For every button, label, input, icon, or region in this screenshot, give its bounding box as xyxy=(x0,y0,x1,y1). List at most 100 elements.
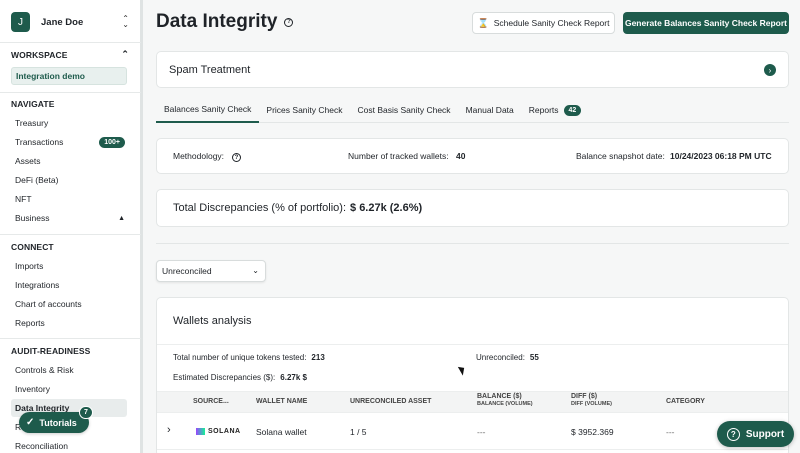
column-wallet-name[interactable]: WALLET NAME xyxy=(256,398,307,405)
unique-tokens-value: 213 xyxy=(311,353,325,362)
sidebar-item-business[interactable]: Business ▲ xyxy=(15,211,125,225)
unique-tokens-label: Total number of unique tokens tested: xyxy=(173,353,307,362)
support-button[interactable]: ? Support xyxy=(717,421,794,447)
tab-manual-data[interactable]: Manual Data xyxy=(466,98,514,123)
hourglass-icon: ⌛ xyxy=(477,17,489,28)
support-label: Support xyxy=(745,428,785,440)
sidebar-item-label: Reconciliation xyxy=(15,441,68,451)
column-category[interactable]: CATEGORY xyxy=(666,398,705,405)
wallet-name-cell: Solana wallet xyxy=(256,427,307,437)
divider xyxy=(0,42,141,43)
spam-treatment-card[interactable]: Spam Treatment › xyxy=(156,51,789,88)
tab-reports-label: Reports xyxy=(528,105,559,115)
main-content: Data Integrity ? ⌛ Schedule Sanity Check… xyxy=(145,0,800,453)
tab-balances-sanity-check[interactable]: Balances Sanity Check xyxy=(156,98,260,123)
sidebar-item-label: NFT xyxy=(15,194,32,204)
column-source[interactable]: SOURCE... xyxy=(193,398,229,405)
help-icon[interactable]: ? xyxy=(284,17,294,27)
user-name: Jane Doe xyxy=(41,16,84,28)
sidebar-item-reports[interactable]: Reports xyxy=(15,316,125,330)
balance-cell: --- xyxy=(477,427,486,437)
total-discrepancies-card: Total Discrepancies (% of portfolio): $ … xyxy=(156,189,789,227)
sidebar-item-transactions[interactable]: Transactions 100+ xyxy=(15,135,125,149)
page-title-text: Data Integrity xyxy=(156,11,278,32)
diff-cell: $ 3952.369 xyxy=(571,427,614,437)
sidebar-item-assets[interactable]: Assets xyxy=(15,154,125,168)
sidebar-item-nft[interactable]: NFT xyxy=(15,192,125,206)
status-filter-select[interactable]: Unreconciled ⌄ xyxy=(156,260,266,282)
tab-cost-basis-sanity-check[interactable]: Cost Basis Sanity Check xyxy=(357,98,450,123)
source-name: SOLANA xyxy=(208,428,241,435)
column-balance-label: BALANCE ($) xyxy=(477,393,522,400)
reports-count-badge: 42 xyxy=(563,104,582,116)
methodology-help-icon[interactable]: ? xyxy=(232,153,241,162)
sidebar-item-imports[interactable]: Imports xyxy=(15,259,125,273)
connect-header: CONNECT xyxy=(11,242,129,252)
schedule-report-label: Schedule Sanity Check Report xyxy=(493,18,610,28)
divider xyxy=(156,243,789,244)
sidebar-item-controls-risk[interactable]: Controls & Risk xyxy=(15,363,125,377)
sidebar-item-label: Controls & Risk xyxy=(15,365,74,375)
sidebar-item-label: Assets xyxy=(15,156,41,166)
workspace-header-label: WORKSPACE xyxy=(11,49,68,60)
chevron-down-icon: ⌄ xyxy=(252,266,259,275)
divider xyxy=(157,344,788,345)
tutorials-badge: 7 xyxy=(79,406,93,419)
column-unreconciled-asset[interactable]: UNRECONCILED ASSET xyxy=(350,398,431,405)
generate-report-button[interactable]: Generate Balances Sanity Check Report xyxy=(623,12,789,34)
table-row[interactable]: › SOLANA Solana wallet 1 / 5 --- $ 3952.… xyxy=(157,414,788,450)
divider xyxy=(0,234,141,235)
unreconciled-stat: Unreconciled: 55 xyxy=(476,353,539,362)
chevron-right-icon[interactable]: › xyxy=(167,424,171,436)
category-cell: --- xyxy=(666,427,675,437)
audit-header: AUDIT-READINESS xyxy=(11,346,129,356)
spam-treatment-label: Spam Treatment xyxy=(169,63,251,76)
workspace-item-label: Integration demo xyxy=(16,71,85,81)
tutorials-label: Tutorials xyxy=(39,417,77,428)
navigate-header-label: NAVIGATE xyxy=(11,99,55,109)
sidebar-item-label: Treasury xyxy=(15,118,49,128)
checkmark-circle-icon: ✓ xyxy=(26,417,35,428)
column-diff-sub: DIFF (VOLUME) xyxy=(571,401,612,407)
total-discrepancies-value: $ 6.27k (2.6%) xyxy=(350,202,423,214)
sidebar-item-integrations[interactable]: Integrations xyxy=(15,278,125,292)
snapshot-date-label: Balance snapshot date: xyxy=(576,151,665,161)
wallets-analysis-card: Wallets analysis Total number of unique … xyxy=(156,297,789,453)
status-filter-value: Unreconciled xyxy=(162,266,212,276)
snapshot-date-value: 10/24/2023 06:18 PM UTC xyxy=(670,151,772,161)
sidebar-item-label: Reports xyxy=(15,318,45,328)
tracked-wallets-label: Number of tracked wallets: xyxy=(348,151,449,161)
page-title: Data Integrity ? xyxy=(156,11,294,33)
sidebar-item-label: Business xyxy=(15,213,50,223)
sidebar-item-treasury[interactable]: Treasury xyxy=(15,116,125,130)
sidebar-item-label: Inventory xyxy=(15,384,50,394)
sidebar-item-reconciliation[interactable]: Reconciliation xyxy=(15,439,125,453)
sidebar-item-defi[interactable]: DeFi (Beta) xyxy=(15,173,125,187)
tab-reports[interactable]: Reports 42 xyxy=(529,98,582,123)
total-discrepancies-label: Total Discrepancies (% of portfolio): xyxy=(173,202,347,214)
sidebar-item-inventory[interactable]: Inventory xyxy=(15,382,125,396)
sidebar-item-label: Transactions xyxy=(15,137,64,147)
tutorials-button[interactable]: ✓ Tutorials xyxy=(19,412,89,433)
connect-header-label: CONNECT xyxy=(11,242,54,252)
tab-prices-sanity-check[interactable]: Prices Sanity Check xyxy=(266,98,342,123)
caret-up-icon: ▲ xyxy=(118,214,125,222)
methodology-label: Methodology: xyxy=(173,151,225,161)
tracked-wallets-value: 40 xyxy=(456,151,466,161)
unique-tokens-stat: Total number of unique tokens tested: 213 xyxy=(173,353,325,362)
divider xyxy=(0,92,141,93)
arrow-right-icon[interactable]: › xyxy=(764,64,776,76)
sidebar-item-chart-of-accounts[interactable]: Chart of accounts xyxy=(15,297,125,311)
column-balance[interactable]: BALANCE ($) BALANCE (VOLUME) xyxy=(477,392,533,407)
workspace-header[interactable]: WORKSPACE ⌃ xyxy=(11,49,129,60)
divider xyxy=(0,338,141,339)
column-diff-label: DIFF ($) xyxy=(571,393,598,400)
sidebar-item-label: Integrations xyxy=(15,280,60,290)
sidebar-resize-handle[interactable] xyxy=(140,0,143,453)
sidebar-item-label: Chart of accounts xyxy=(15,299,82,309)
workspace-item-active[interactable]: Integration demo xyxy=(11,67,127,85)
schedule-report-button[interactable]: ⌛ Schedule Sanity Check Report xyxy=(472,12,615,34)
avatar: J xyxy=(11,12,30,32)
user-switcher[interactable]: J Jane Doe ⌃ ⌄ xyxy=(11,12,129,32)
column-diff[interactable]: DIFF ($) DIFF (VOLUME) xyxy=(571,392,612,407)
